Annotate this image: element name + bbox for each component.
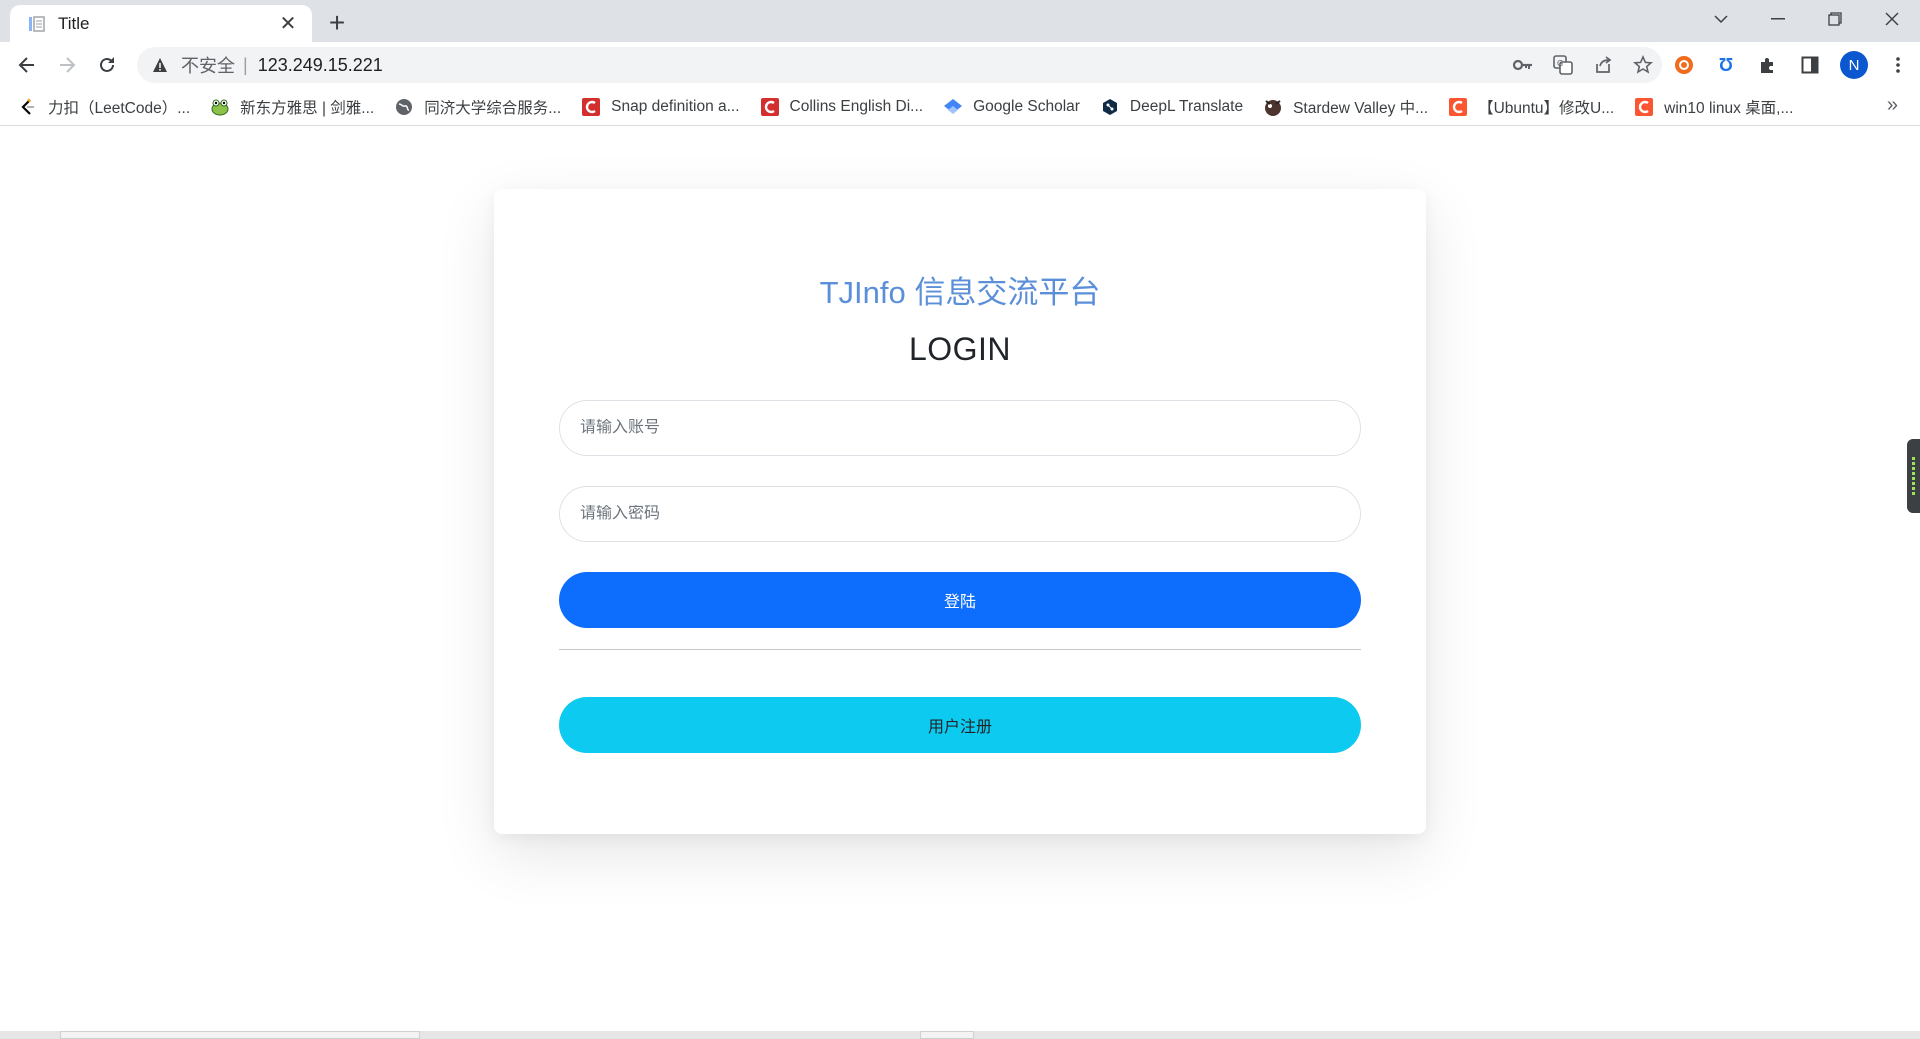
bookmark-label: Google Scholar <box>973 97 1080 115</box>
bookmark-label: win10 linux 桌面,... <box>1664 99 1794 117</box>
tab-strip: Title ✕ + <box>0 0 1920 42</box>
bookmark-label: 力扣（LeetCode）... <box>48 99 191 117</box>
bookmark-google-scholar[interactable]: Google Scholar <box>943 92 1080 122</box>
scholar-icon <box>943 97 963 117</box>
bookmark-label: Stardew Valley 中... <box>1293 99 1429 117</box>
more-menu-icon[interactable] <box>1886 53 1910 77</box>
bookmarks-bar: 力扣（LeetCode）... 新东方雅思 | 剑雅... 同济大学综合服务..… <box>0 88 1920 126</box>
stardew-icon <box>1263 97 1283 117</box>
login-button[interactable]: 登陆 <box>559 572 1361 628</box>
new-tab-button[interactable]: + <box>322 7 352 38</box>
bookmark-ubuntu[interactable]: 【Ubuntu】修改U... <box>1448 92 1614 122</box>
bookmark-label: DeepL Translate <box>1129 97 1244 115</box>
address-bar[interactable]: 不安全 | 123.249.15.221 G <box>137 47 1662 83</box>
password-key-icon[interactable] <box>1512 54 1534 76</box>
restore-button[interactable] <box>1806 0 1863 38</box>
csdn-icon <box>1634 97 1654 117</box>
taskbar-item[interactable] <box>920 1031 974 1039</box>
login-heading: LOGIN <box>908 331 1012 367</box>
page-favicon-icon <box>26 13 48 35</box>
omnibox-separator: | <box>243 54 248 75</box>
svg-text:G: G <box>1557 59 1563 68</box>
globe-icon <box>394 97 414 117</box>
frog-icon <box>210 97 230 117</box>
bookmark-label: 新东方雅思 | 剑雅... <box>240 99 375 117</box>
bookmark-label: 同济大学综合服务... <box>424 99 562 117</box>
warning-icon[interactable] <box>151 56 169 74</box>
reload-icon[interactable] <box>90 48 124 82</box>
bookmark-label: 【Ubuntu】修改U... <box>1478 99 1615 117</box>
brand-title: TJInfo 信息交流平台 <box>819 275 1101 310</box>
bookmark-star-icon[interactable] <box>1632 54 1654 76</box>
bookmark-deepl[interactable]: DeepL Translate <box>1100 92 1243 122</box>
minimize-button[interactable] <box>1749 0 1806 38</box>
collins-icon <box>581 97 601 117</box>
tu-extension-icon[interactable]: Ʊ <box>1714 53 1738 77</box>
bookmark-tongji[interactable]: 同济大学综合服务... <box>394 92 561 122</box>
tab-close-icon[interactable]: ✕ <box>276 12 300 36</box>
bookmark-collins[interactable]: Collins English Di... <box>760 92 924 122</box>
bookmark-label: Snap definition a... <box>611 97 740 115</box>
register-button[interactable]: 用户注册 <box>559 697 1361 753</box>
page-content: TJInfo 信息交流平台 LOGIN 登陆 用户注册 <box>0 127 1920 1031</box>
bookmark-win10[interactable]: win10 linux 桌面,... <box>1634 92 1793 122</box>
window-controls <box>1692 0 1920 38</box>
password-input[interactable] <box>580 505 1360 523</box>
bookmark-stardew[interactable]: Stardew Valley 中... <box>1263 92 1428 122</box>
bookmarks-overflow-button[interactable]: » <box>1887 94 1898 117</box>
orange-extension-icon[interactable] <box>1672 53 1696 77</box>
deepl-icon <box>1100 97 1120 117</box>
forward-arrow-icon[interactable] <box>50 48 84 82</box>
translate-icon[interactable]: G <box>1552 54 1574 76</box>
bookmark-label: Collins English Di... <box>789 97 924 115</box>
bookmark-snap[interactable]: Snap definition a... <box>581 92 740 122</box>
security-label[interactable]: 不安全 <box>181 52 235 78</box>
puzzle-extensions-icon[interactable] <box>1756 53 1780 77</box>
login-card: TJInfo 信息交流平台 LOGIN 登陆 用户注册 <box>494 189 1426 834</box>
side-panel-icon[interactable] <box>1798 53 1822 77</box>
account-field[interactable] <box>559 400 1361 456</box>
divider <box>559 649 1361 650</box>
account-input[interactable] <box>580 419 1360 437</box>
close-window-button[interactable] <box>1863 0 1920 38</box>
taskbar-item[interactable] <box>60 1031 420 1039</box>
bookmark-xdf[interactable]: 新东方雅思 | 剑雅... <box>210 92 374 122</box>
bookmark-leetcode[interactable]: 力扣（LeetCode）... <box>18 92 190 122</box>
extensions-area: Ʊ N <box>1672 48 1910 82</box>
browser-tab[interactable]: Title ✕ <box>10 5 312 42</box>
leetcode-icon <box>18 97 38 117</box>
csdn-icon <box>1448 97 1468 117</box>
browser-toolbar: 不安全 | 123.249.15.221 G Ʊ N <box>0 42 1920 88</box>
tab-title: Title <box>58 13 90 33</box>
tab-search-icon[interactable] <box>1692 0 1749 38</box>
share-icon[interactable] <box>1592 54 1614 76</box>
back-arrow-icon[interactable] <box>10 48 44 82</box>
side-panel-handle[interactable] <box>1907 439 1920 513</box>
password-field[interactable] <box>559 486 1361 542</box>
profile-avatar[interactable]: N <box>1840 51 1868 79</box>
url-text[interactable]: 123.249.15.221 <box>258 55 383 76</box>
os-taskbar <box>0 1031 1920 1039</box>
collins-icon <box>760 97 780 117</box>
